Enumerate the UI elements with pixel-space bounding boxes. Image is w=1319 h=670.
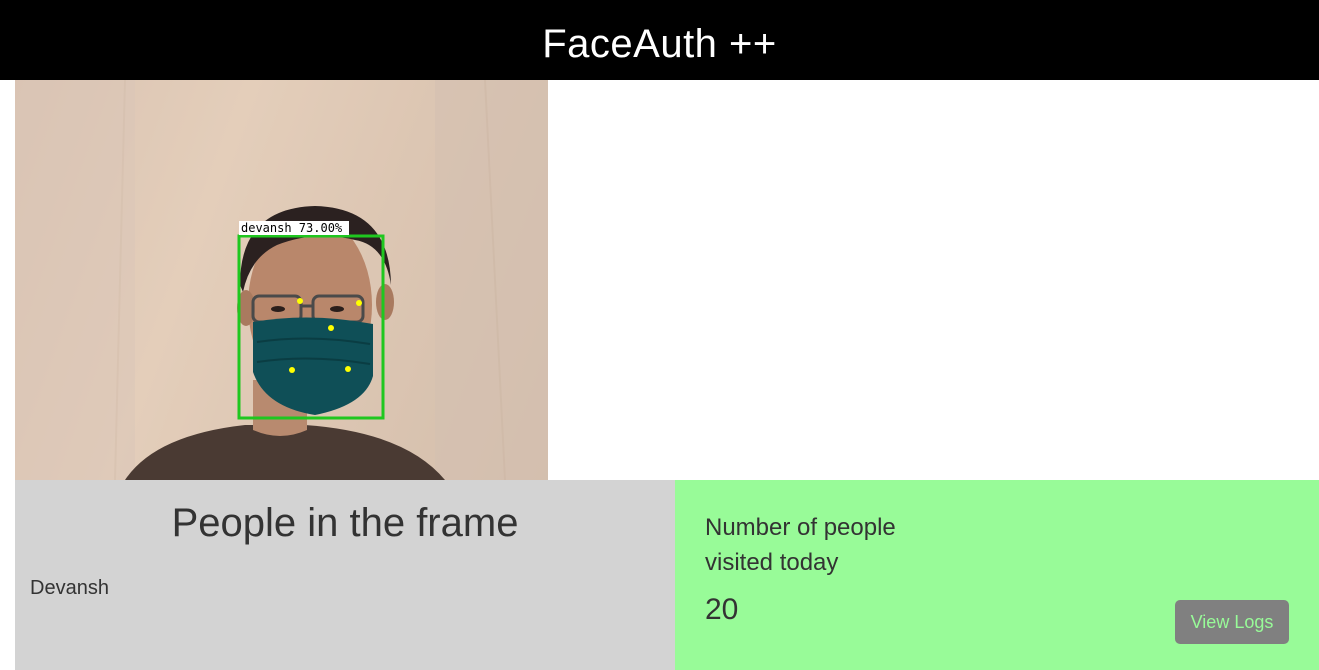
landmark-point xyxy=(328,325,334,331)
camera-frame-image: devansh 73.00% xyxy=(15,80,548,480)
view-logs-button[interactable]: View Logs xyxy=(1175,600,1289,644)
landmark-point xyxy=(345,366,351,372)
landmark-point xyxy=(297,298,303,304)
landmark-point xyxy=(289,367,295,373)
person-name: Devansh xyxy=(30,577,109,599)
visitor-count-value: 20 xyxy=(705,593,739,626)
landmark-point xyxy=(356,300,362,306)
app-title: FaceAuth ++ xyxy=(542,22,777,66)
app-header: FaceAuth ++ xyxy=(0,0,1319,80)
people-in-frame-panel: People in the frame Devansh xyxy=(15,480,675,670)
camera-feed: devansh 73.00% xyxy=(15,80,548,480)
detection-label: devansh 73.00% xyxy=(241,221,343,235)
visitor-stats-panel: Number of people visited today 20 View L… xyxy=(675,480,1319,670)
people-panel-title: People in the frame xyxy=(171,501,519,545)
visitor-count-label: Number of people visited today xyxy=(705,514,896,576)
